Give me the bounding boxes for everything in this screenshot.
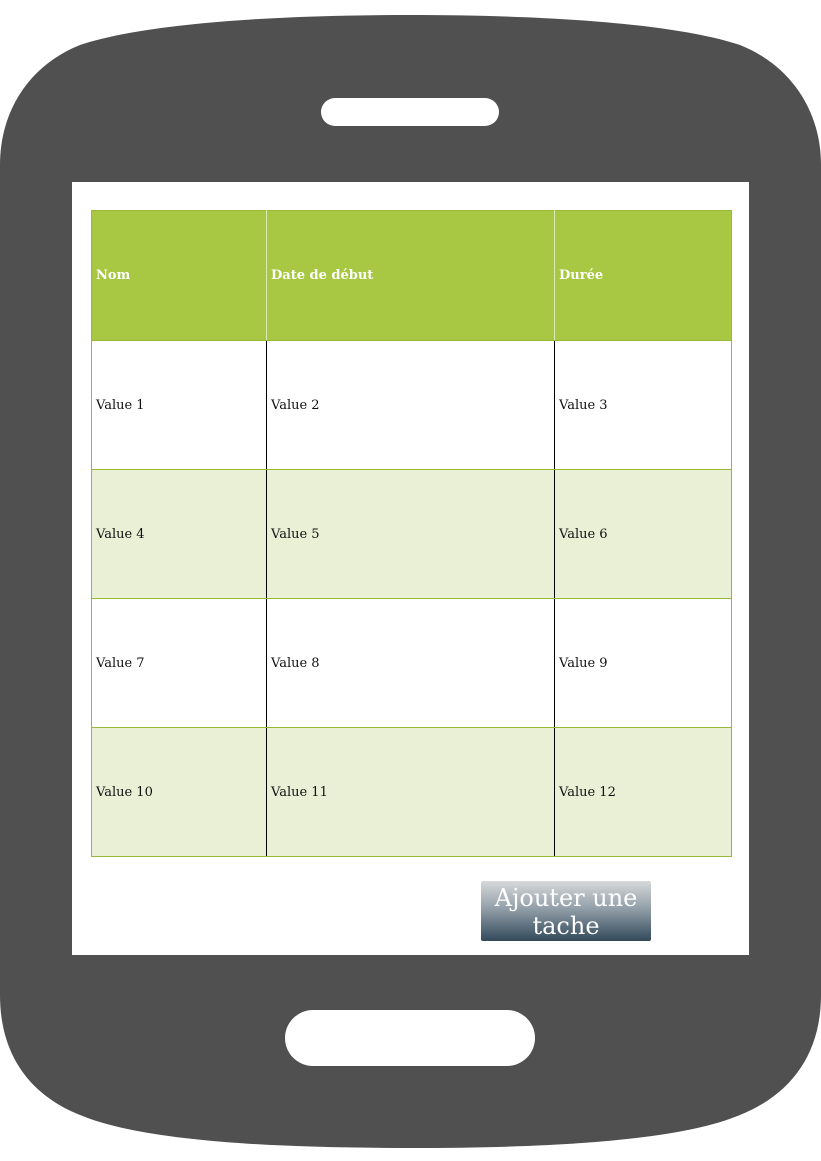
cell-date-debut: Value 11 xyxy=(266,727,555,857)
cell-duree: Value 3 xyxy=(554,340,732,470)
table-row[interactable]: Value 1 Value 2 Value 3 xyxy=(91,340,732,470)
cell-date-debut: Value 2 xyxy=(266,340,555,470)
table-row[interactable]: Value 4 Value 5 Value 6 xyxy=(91,469,732,599)
cell-duree: Value 6 xyxy=(554,469,732,599)
cell-duree: Value 9 xyxy=(554,598,732,728)
table-row[interactable]: Value 7 Value 8 Value 9 xyxy=(91,598,732,728)
cell-nom: Value 7 xyxy=(91,598,267,728)
home-button[interactable] xyxy=(285,1010,535,1066)
table-header-row: Nom Date de début Durée xyxy=(91,210,732,341)
cell-nom: Value 4 xyxy=(91,469,267,599)
cell-date-debut: Value 8 xyxy=(266,598,555,728)
column-header-date-debut[interactable]: Date de début xyxy=(266,210,555,341)
column-header-nom[interactable]: Nom xyxy=(91,210,267,341)
add-task-button[interactable]: Ajouter une tache xyxy=(481,881,651,941)
cell-nom: Value 10 xyxy=(91,727,267,857)
phone-screen: Nom Date de début Durée Value 1 Value 2 … xyxy=(72,182,749,955)
speaker-slot xyxy=(321,98,499,126)
cell-duree: Value 12 xyxy=(554,727,732,857)
mockup-stage: Nom Date de début Durée Value 1 Value 2 … xyxy=(0,0,821,1161)
cell-nom: Value 1 xyxy=(91,340,267,470)
task-table: Nom Date de début Durée Value 1 Value 2 … xyxy=(91,210,732,857)
table-row[interactable]: Value 10 Value 11 Value 12 xyxy=(91,727,732,857)
cell-date-debut: Value 5 xyxy=(266,469,555,599)
column-header-duree[interactable]: Durée xyxy=(554,210,732,341)
